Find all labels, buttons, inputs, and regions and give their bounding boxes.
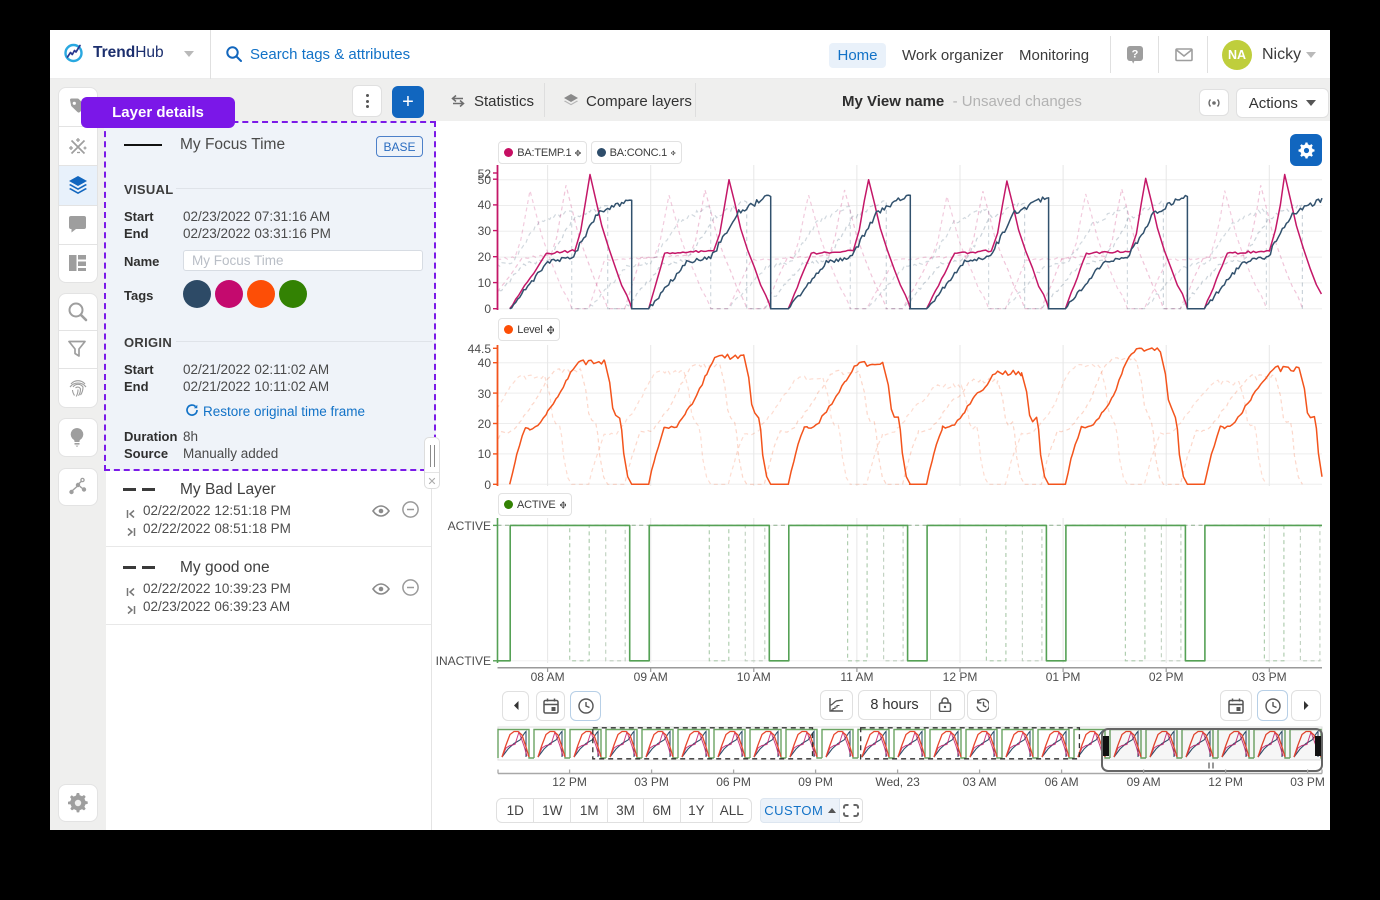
svg-text:?: ? bbox=[1132, 49, 1139, 61]
